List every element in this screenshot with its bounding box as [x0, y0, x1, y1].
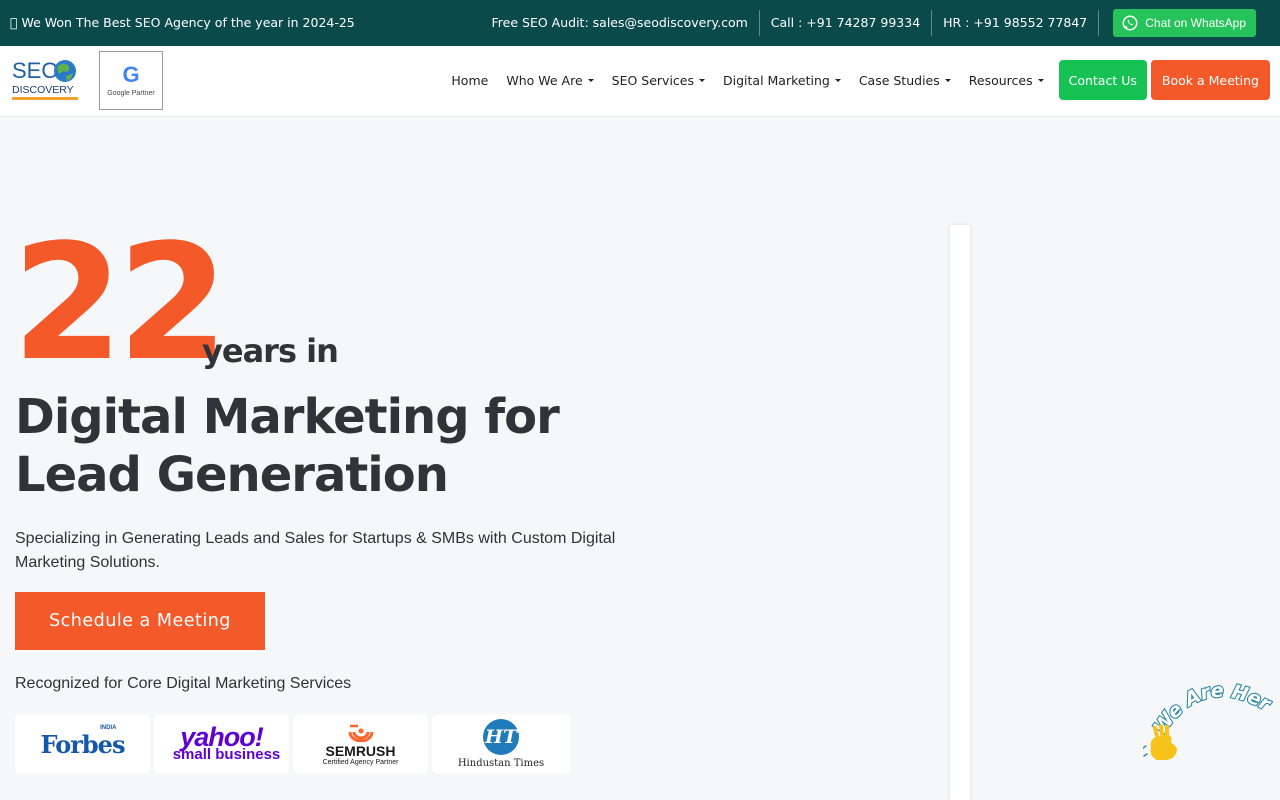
logo-text-discovery: DISCOVERY [12, 84, 74, 96]
we-are-here-graphic: We Are Here! [1135, 658, 1277, 760]
nav-digital-marketing[interactable]: Digital Marketing [723, 73, 841, 88]
forbes-logo: INDIA Forbes [15, 714, 150, 774]
schedule-meeting-button[interactable]: Schedule a Meeting [15, 592, 265, 650]
hindustan-times-logo: HT Hindustan Times [432, 714, 570, 774]
seo-discovery-logo[interactable]: SEO DISCOVERY [10, 56, 80, 106]
hr-phone-link[interactable]: HR : +91 98552 77847 [932, 11, 1098, 35]
caret-down-icon [699, 78, 705, 82]
audit-email-link[interactable]: Free SEO Audit: sales@seodiscovery.com [481, 11, 759, 35]
caret-down-icon [587, 78, 594, 82]
caret-down-icon [834, 78, 841, 82]
top-bar:   We Won The Best SEO Agency of the year… [0, 0, 1280, 46]
years-number: 22 [12, 209, 229, 396]
book-meeting-button[interactable]: Book a Meeting [1150, 60, 1270, 100]
partner-label: Google Partner [107, 90, 155, 97]
caret-down-icon [1037, 78, 1044, 82]
yahoo-small-business-logo: yahoo! small business [154, 714, 289, 774]
main-navbar: SEO DISCOVERY G Google Partner Home Who … [0, 46, 1280, 117]
contact-us-button[interactable]: Contact Us [1058, 60, 1147, 100]
logo-text-seo: SEO [12, 58, 58, 83]
we-are-here-widget[interactable]: We Are Here! [1135, 658, 1277, 766]
whatsapp-label: Chat on WhatsApp [1145, 16, 1246, 30]
divider [1098, 10, 1100, 36]
whatsapp-icon [1122, 15, 1138, 31]
hero-headline: Digital Marketing for Lead Generation [15, 389, 560, 503]
nav-home[interactable]: Home [451, 73, 488, 88]
nav-resources[interactable]: Resources [969, 73, 1044, 88]
side-form-panel [950, 225, 970, 800]
semrush-logo: SEMRUSH Certified Agency Partner [293, 714, 428, 774]
recognized-label: Recognized for Core Digital Marketing Se… [15, 675, 352, 692]
nav-menu: Home Who We Are SEO Services Digital Mar… [442, 60, 1270, 100]
nav-who-we-are[interactable]: Who We Are [506, 73, 594, 88]
caret-down-icon [944, 78, 951, 82]
call-link[interactable]: Call : +91 74287 99334 [760, 11, 931, 35]
semrush-flame-icon [348, 724, 373, 742]
top-bar-contacts: Free SEO Audit: sales@seodiscovery.com C… [481, 0, 1256, 46]
recognition-logos: INDIA Forbes yahoo! small business SEMRUS… [15, 714, 570, 774]
years-label: years in [202, 332, 339, 370]
nav-seo-services[interactable]: SEO Services [612, 73, 705, 88]
nav-case-studies[interactable]: Case Studies [859, 73, 951, 88]
whatsapp-button[interactable]: Chat on WhatsApp [1113, 9, 1256, 37]
hero-subtitle: Specializing in Generating Leads and Sal… [15, 530, 616, 571]
google-partner-badge: G Google Partner [99, 51, 163, 110]
google-g-icon: G [122, 62, 140, 87]
forbes-tag: INDIA [100, 724, 117, 731]
logo-graphic: SEO DISCOVERY [12, 58, 78, 100]
award-banner:   We Won The Best SEO Agency of the year… [10, 15, 355, 30]
